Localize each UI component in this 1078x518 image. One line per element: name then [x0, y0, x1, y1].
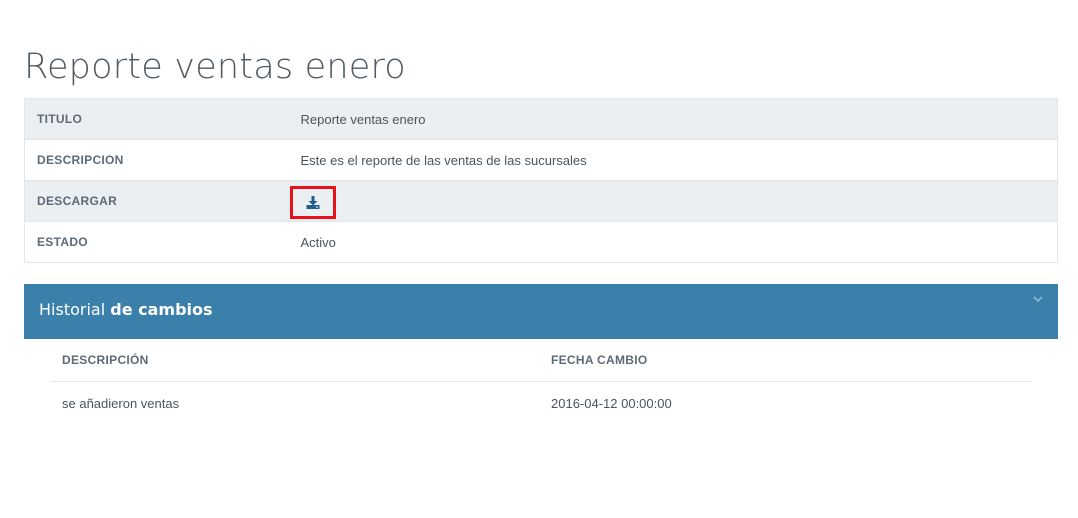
detail-value-descripcion: Este es el reporte de las ventas de las … — [288, 139, 1058, 181]
history-title-bold: de cambios — [110, 300, 213, 319]
history-cell-fecha: 2016-04-12 00:00:00 — [551, 396, 672, 411]
report-detail-table: TITULO Reporte ventas enero DESCRIPCION … — [24, 98, 1058, 263]
detail-label-descargar: DESCARGAR — [24, 180, 289, 222]
detail-label-descripcion: DESCRIPCION — [24, 139, 289, 181]
table-row: se añadieron ventas 2016-04-12 00:00:00 — [50, 382, 1032, 424]
history-panel-title: Historial de cambios — [39, 300, 213, 320]
detail-row-descripcion: DESCRIPCION Este es el reporte de las ve… — [24, 139, 1058, 181]
chevron-down-icon[interactable] — [1032, 294, 1044, 304]
detail-label-estado: ESTADO — [24, 221, 289, 263]
detail-value-titulo: Reporte ventas enero — [288, 98, 1058, 140]
download-button[interactable] — [289, 185, 336, 219]
detail-value-descargar — [288, 180, 1058, 222]
detail-row-descargar: DESCARGAR — [24, 180, 1058, 222]
download-icon — [306, 195, 319, 209]
detail-row-estado: ESTADO Activo — [24, 221, 1058, 263]
history-cell-descripcion: se añadieron ventas — [62, 396, 180, 411]
history-panel-header[interactable]: Historial de cambios — [24, 284, 1058, 339]
column-header-descripcion: DESCRIPCIÓN — [62, 353, 149, 367]
column-header-fecha-cambio: FECHA CAMBIO — [551, 353, 648, 367]
page-title: Reporte ventas enero — [24, 47, 406, 87]
detail-value-estado: Activo — [288, 221, 1058, 263]
detail-row-titulo: TITULO Reporte ventas enero — [24, 98, 1058, 140]
history-title-light: Historial — [39, 300, 111, 319]
history-table-header: DESCRIPCIÓN FECHA CAMBIO — [50, 339, 1032, 382]
history-table: DESCRIPCIÓN FECHA CAMBIO se añadieron ve… — [50, 339, 1032, 424]
detail-label-titulo: TITULO — [24, 98, 289, 140]
